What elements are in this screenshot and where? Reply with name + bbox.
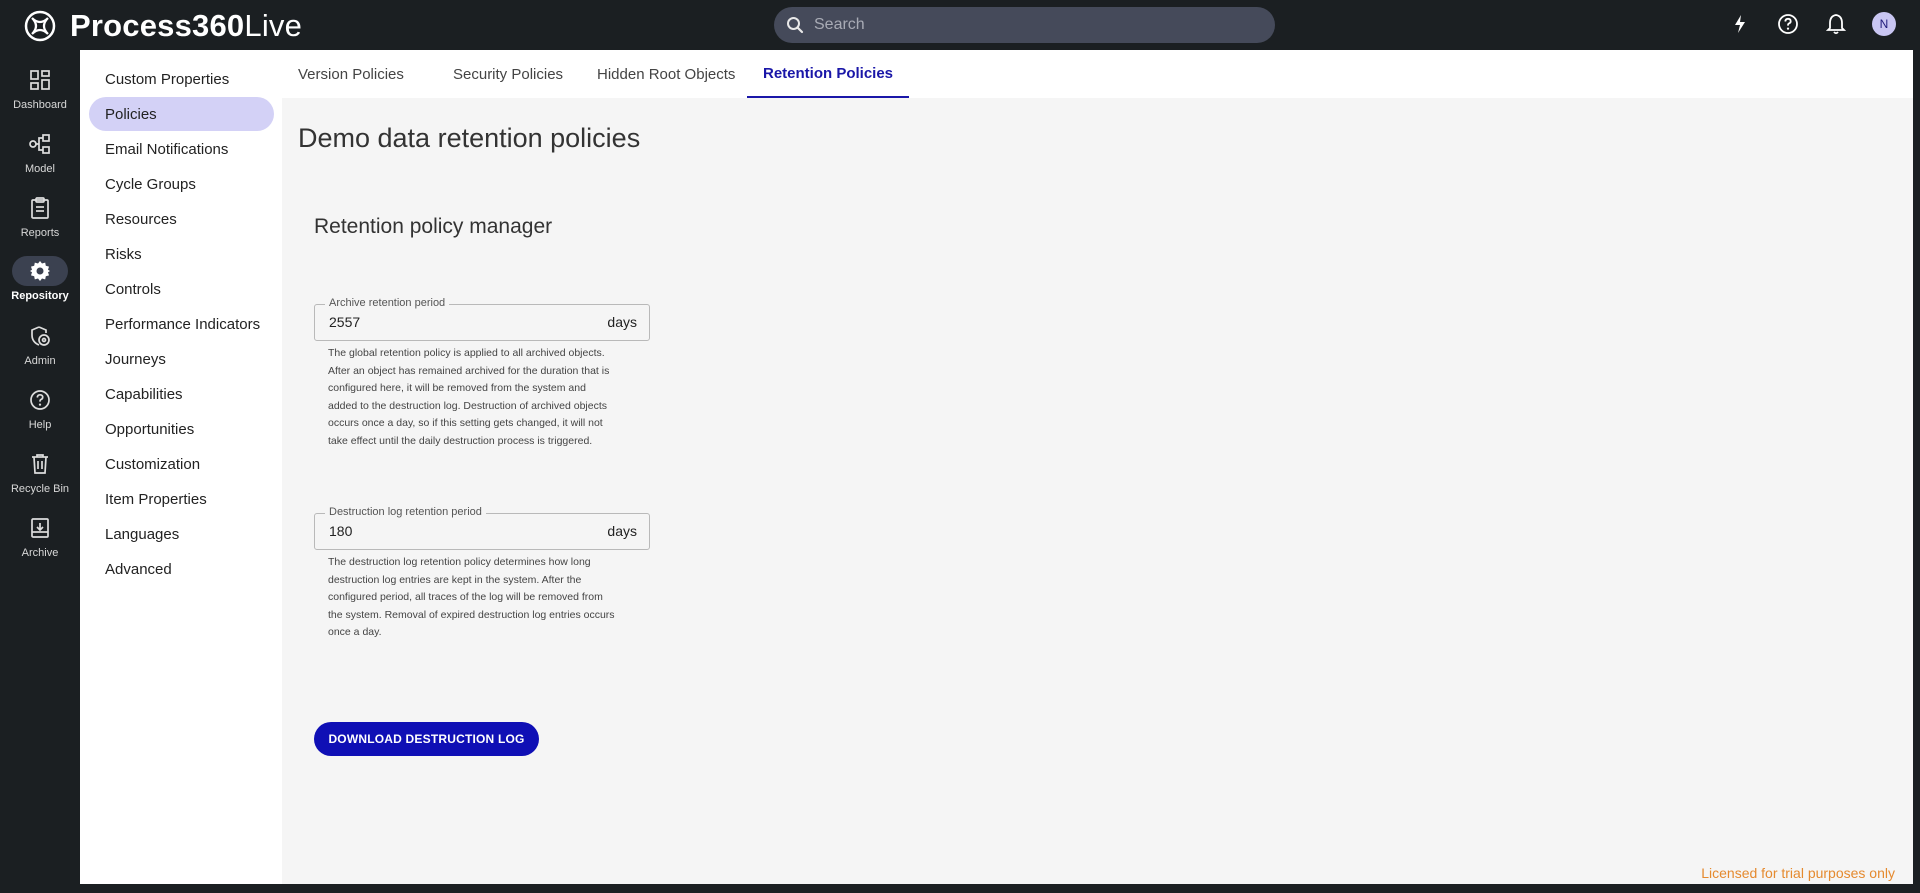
rail-item-archive[interactable]: Archive <box>0 513 80 559</box>
help-line: destruction log entries are kept in the … <box>328 573 582 586</box>
trash-icon <box>12 449 68 479</box>
field-label: Archive retention period <box>325 297 450 309</box>
subnav-item-controls[interactable]: Controls <box>89 272 274 306</box>
gear-icon <box>12 256 68 286</box>
search-icon <box>787 17 804 34</box>
rail-item-admin[interactable]: Admin <box>0 321 80 367</box>
admin-icon <box>12 321 68 351</box>
help-line: occurs once a day, so if this setting ge… <box>328 417 603 429</box>
tab-retention-policies[interactable]: Retention Policies <box>747 50 910 98</box>
archive-help-text: The global retention policy is applied t… <box>328 345 638 450</box>
subnav-item-custom-properties[interactable]: Custom Properties <box>89 62 274 96</box>
top-bar: Process360Live N <box>0 0 1920 50</box>
subnav-item-performance-indicators[interactable]: Performance Indicators <box>89 307 274 341</box>
policy-tabs: Version Policies Security Policies Hidde… <box>282 50 1913 98</box>
left-rail: Dashboard Model Reports Repository Admin… <box>0 50 80 893</box>
logo-icon <box>24 10 56 42</box>
tab-hidden-root-objects[interactable]: Hidden Root Objects <box>581 50 751 98</box>
subnav-item-resources[interactable]: Resources <box>89 202 274 236</box>
subnav-item-email-notifications[interactable]: Email Notifications <box>89 132 274 166</box>
subnav-item-risks[interactable]: Risks <box>89 237 274 271</box>
search-input[interactable] <box>814 16 1254 34</box>
subnav-item-languages[interactable]: Languages <box>89 517 274 551</box>
download-destruction-log-button[interactable]: DOWNLOAD DESTRUCTION LOG <box>314 722 539 756</box>
help-line: added to the destruction log. Destructio… <box>328 399 607 412</box>
rail-item-dashboard[interactable]: Dashboard <box>0 65 80 111</box>
settings-subnav: Custom Properties Policies Email Notific… <box>80 50 280 884</box>
help-line: The global retention policy is applied t… <box>328 347 605 359</box>
license-note: Licensed for trial purposes only <box>1701 865 1895 881</box>
search-bar[interactable] <box>774 7 1275 43</box>
archive-icon <box>12 513 68 543</box>
destruction-log-retention-input[interactable] <box>329 523 569 539</box>
avatar[interactable]: N <box>1872 12 1896 36</box>
help-circle-icon[interactable] <box>1776 12 1800 36</box>
main-panel: Custom Properties Policies Email Notific… <box>80 50 1913 884</box>
help-line: once a day. <box>328 626 382 638</box>
rail-label: Reports <box>20 227 60 239</box>
subnav-item-customization[interactable]: Customization <box>89 447 274 481</box>
subnav-item-cycle-groups[interactable]: Cycle Groups <box>89 167 274 201</box>
help-line: take effect until the daily destruction … <box>328 434 593 447</box>
rail-label: Model <box>25 163 55 175</box>
archive-retention-input[interactable] <box>329 314 569 330</box>
subnav-item-item-properties[interactable]: Item Properties <box>89 482 274 516</box>
help-line: The destruction log retention policy det… <box>328 556 591 568</box>
rail-label: Repository <box>11 290 69 302</box>
rail-item-reports[interactable]: Reports <box>0 193 80 239</box>
help-line: configured period, all traces of the log… <box>328 591 603 603</box>
archive-retention-field[interactable]: Archive retention period days <box>314 297 650 341</box>
model-icon <box>12 129 68 159</box>
field-label: Destruction log retention period <box>325 506 486 518</box>
rail-label: Recycle Bin <box>10 483 70 495</box>
help-line: the system. Removal of expired destructi… <box>328 608 615 621</box>
tab-security-policies[interactable]: Security Policies <box>437 50 579 98</box>
destruction-help-text: The destruction log retention policy det… <box>328 554 638 642</box>
rail-label: Admin <box>24 355 56 367</box>
subnav-item-journeys[interactable]: Journeys <box>89 342 274 376</box>
section-title: Retention policy manager <box>314 215 553 238</box>
rail-item-repository[interactable]: Repository <box>0 256 80 302</box>
help-icon <box>12 385 68 415</box>
help-line: After an object has remained archived fo… <box>328 364 610 377</box>
rail-label: Archive <box>21 547 59 559</box>
lightning-icon[interactable] <box>1728 12 1752 36</box>
bell-icon[interactable] <box>1824 12 1848 36</box>
reports-icon <box>12 193 68 223</box>
tab-version-policies[interactable]: Version Policies <box>282 50 420 98</box>
subnav-item-capabilities[interactable]: Capabilities <box>89 377 274 411</box>
subnav-item-advanced[interactable]: Advanced <box>89 552 274 586</box>
field-unit: days <box>607 523 637 539</box>
rail-item-help[interactable]: Help <box>0 385 80 431</box>
page-title: Demo data retention policies <box>298 123 641 153</box>
app-title: Process360Live <box>70 8 303 43</box>
dashboard-icon <box>12 65 68 95</box>
rail-label: Dashboard <box>13 99 67 111</box>
rail-label: Help <box>28 419 52 431</box>
destruction-log-retention-field[interactable]: Destruction log retention period days <box>314 506 650 550</box>
subnav-item-opportunities[interactable]: Opportunities <box>89 412 274 446</box>
rail-item-recycle-bin[interactable]: Recycle Bin <box>0 449 80 495</box>
rail-item-model[interactable]: Model <box>0 129 80 175</box>
field-unit: days <box>607 314 637 330</box>
app-logo[interactable]: Process360Live <box>22 8 302 44</box>
help-line: configured here, it will be removed from… <box>328 382 586 394</box>
subnav-item-policies[interactable]: Policies <box>89 97 274 131</box>
